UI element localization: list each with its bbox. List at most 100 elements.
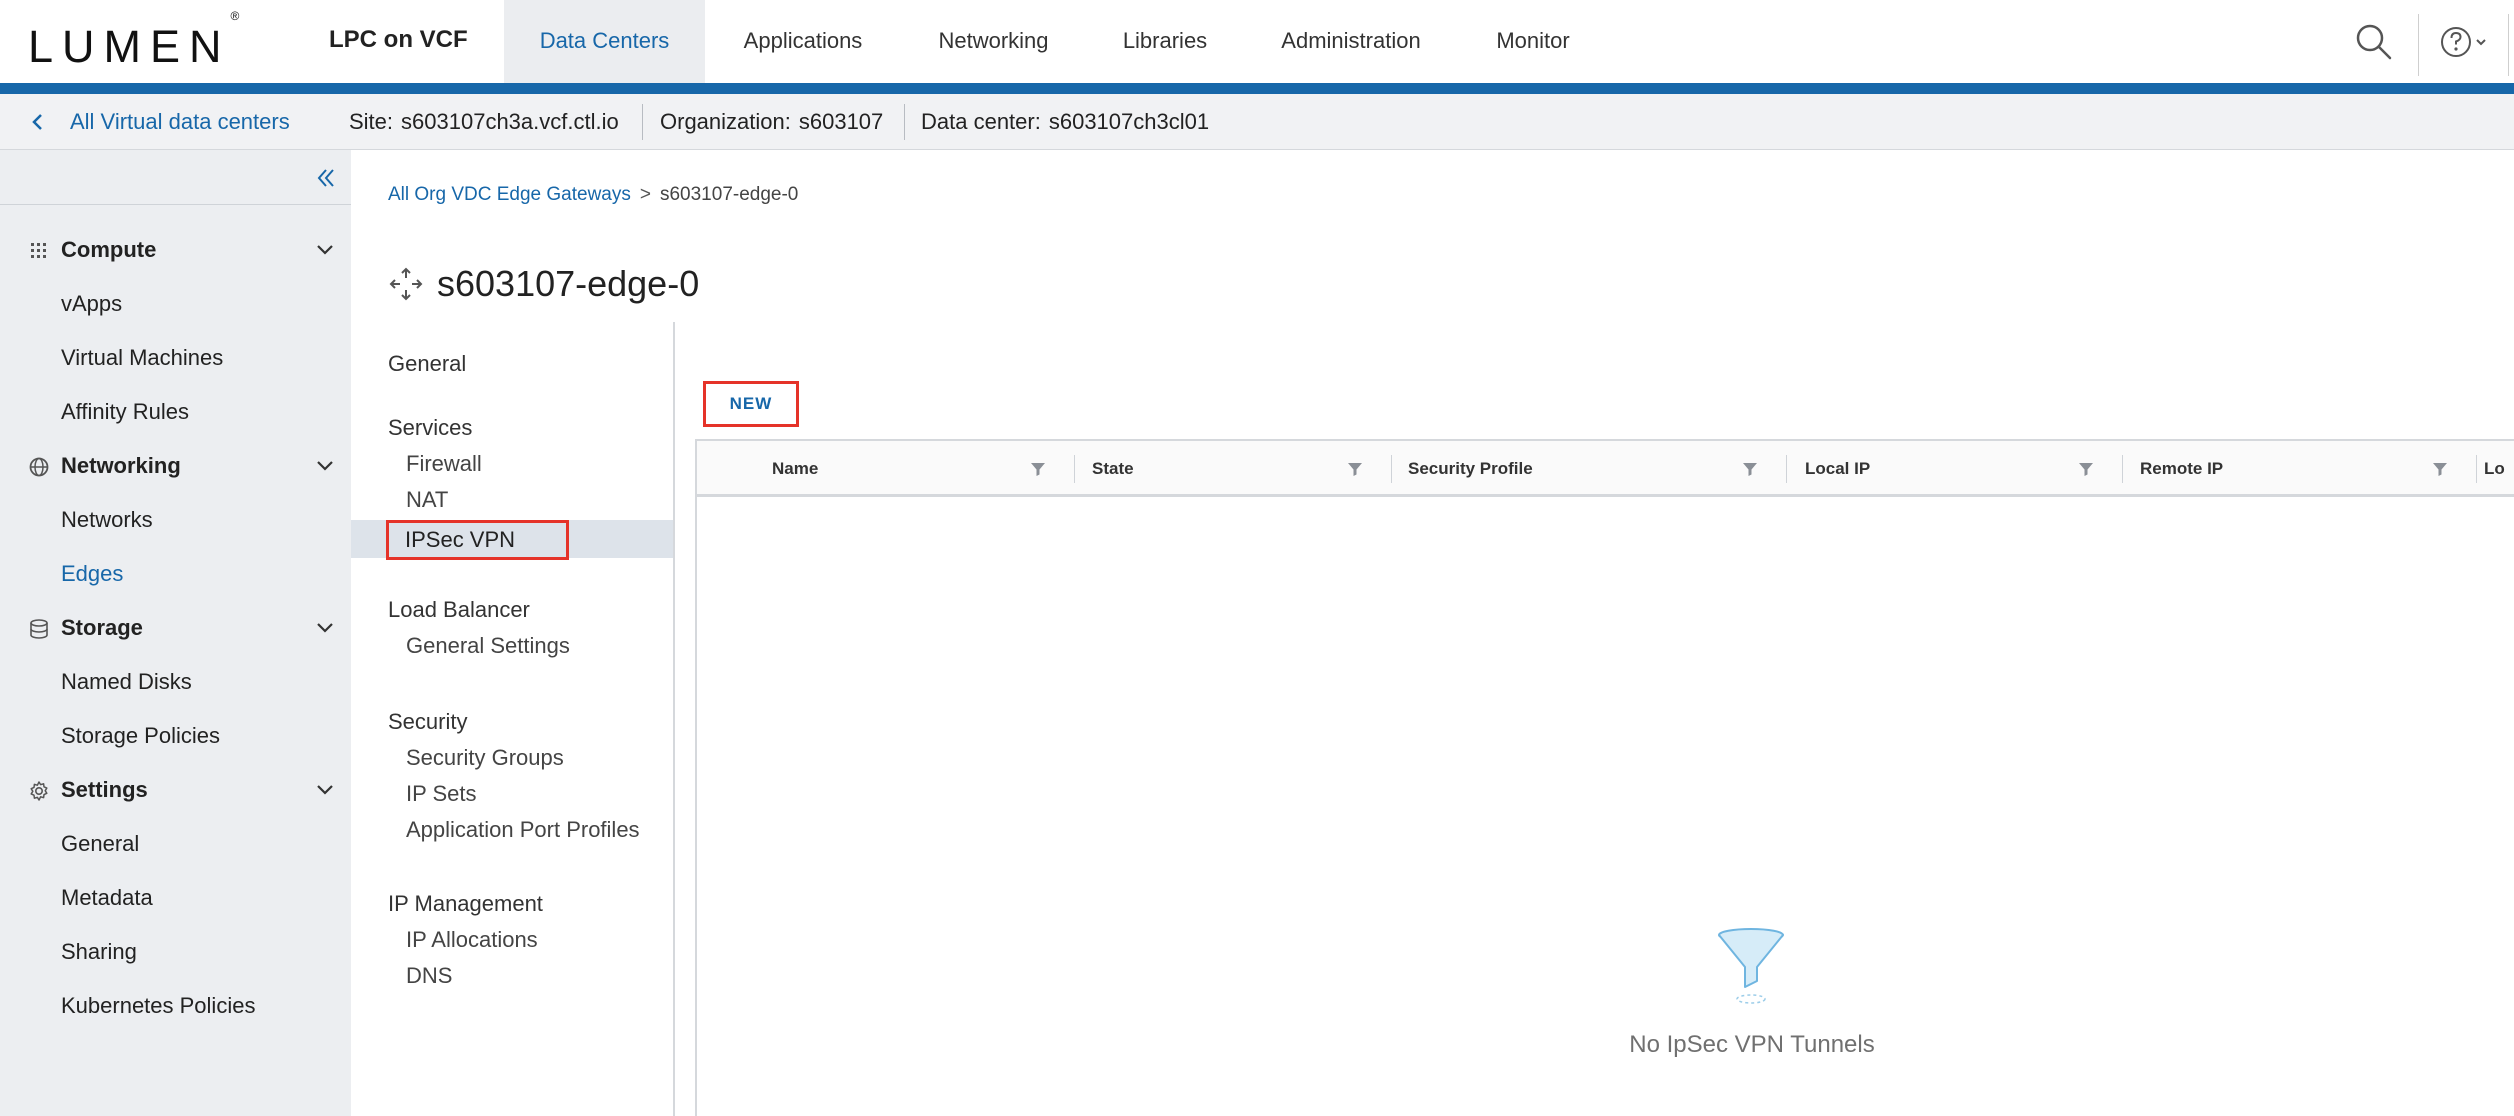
new-ipsec-tunnel-button[interactable]: NEW — [703, 381, 799, 427]
sidebar-group-settings[interactable]: Settings — [0, 765, 351, 815]
organization-info: Organization: s603107 — [660, 94, 883, 150]
chevron-down-icon — [317, 461, 333, 471]
column-divider — [1786, 455, 1787, 483]
empty-state-message: No IpSec VPN Tunnels — [1629, 1031, 1875, 1058]
filter-icon[interactable] — [1030, 461, 1046, 477]
sidebar-item-sharing[interactable]: Sharing — [61, 932, 137, 972]
sidebar-item-named-disks[interactable]: Named Disks — [61, 662, 192, 702]
logo-text: LUMEN — [28, 21, 231, 72]
sidebar-item-storage-policies[interactable]: Storage Policies — [61, 716, 220, 756]
sidebar-group-compute[interactable]: Compute — [0, 225, 351, 275]
sidebar-item-networks[interactable]: Networks — [61, 500, 153, 540]
product-name: LPC on VCF — [329, 26, 468, 53]
site-value: s603107ch3a.vcf.ctl.io — [401, 109, 619, 134]
column-divider — [2476, 455, 2477, 483]
nav-applications[interactable]: Applications — [705, 0, 901, 83]
filter-icon[interactable] — [1347, 461, 1363, 477]
column-divider — [1074, 455, 1075, 483]
breadcrumb-separator: > — [639, 184, 651, 205]
organization-value: s603107 — [798, 109, 884, 134]
breadcrumb: All Org VDC Edge Gateways > s603107-edge-0 — [388, 182, 798, 208]
organization-label: Organization: — [660, 109, 791, 134]
subnav-general-settings[interactable]: General Settings — [406, 629, 570, 663]
empty-funnel-icon — [1715, 925, 1787, 1009]
sidebar-item-edges[interactable]: Edges — [61, 554, 123, 594]
sidebar-group-networking[interactable]: Networking — [0, 441, 351, 491]
nav-networking[interactable]: Networking — [916, 0, 1071, 83]
filter-icon[interactable] — [2432, 461, 2448, 477]
sidebar-item-affinity-rules[interactable]: Affinity Rules — [61, 392, 189, 432]
filter-icon[interactable] — [2078, 461, 2094, 477]
sidebar-item-general[interactable]: General — [61, 824, 139, 864]
ipsec-tunnels-grid: Name State Security Profile Local IP Rem… — [695, 439, 2514, 1116]
subnav-services-heading: Services — [388, 415, 473, 440]
search-icon[interactable] — [2352, 20, 2396, 64]
chevron-down-icon — [317, 623, 333, 633]
subnav-dns[interactable]: DNS — [406, 959, 452, 993]
top-header: LUMEN® LPC on VCF Data Centers Applicati… — [0, 0, 2514, 83]
subnav-ipsec-vpn[interactable]: IPSec VPN — [386, 520, 569, 560]
database-icon — [30, 619, 48, 639]
back-link-label: All Virtual data centers — [70, 109, 290, 134]
site-info: Site: s603107ch3a.vcf.ctl.io — [349, 94, 619, 150]
sidebar-item-virtual-machines[interactable]: Virtual Machines — [61, 338, 223, 378]
subnav-security-groups[interactable]: Security Groups — [406, 741, 564, 775]
subnav-load-balancer-heading: Load Balancer — [388, 597, 530, 622]
nav-libraries[interactable]: Libraries — [1094, 0, 1236, 83]
column-divider — [1391, 455, 1392, 483]
column-header-security-profile[interactable]: Security Profile — [1408, 441, 1533, 497]
header-divider — [2418, 14, 2419, 76]
sidebar-item-metadata[interactable]: Metadata — [61, 878, 153, 918]
column-header-local-ip[interactable]: Local IP — [1805, 441, 1870, 497]
subnav-nat[interactable]: NAT — [406, 483, 448, 517]
sidebar: Compute vApps Virtual Machines Affinity … — [0, 150, 351, 1116]
data-center-value: s603107ch3cl01 — [1048, 109, 1210, 134]
page-title: s603107-edge-0 — [437, 263, 700, 304]
sidebar-group-label: Compute — [61, 237, 157, 262]
column-header-name[interactable]: Name — [772, 441, 818, 497]
breadcrumb-current: s603107-edge-0 — [659, 184, 799, 205]
nav-data-centers[interactable]: Data Centers — [504, 0, 705, 83]
brand-accent-bar — [0, 83, 2514, 94]
column-header-truncated[interactable]: Lo — [2484, 441, 2505, 497]
subnav-firewall[interactable]: Firewall — [406, 447, 482, 481]
column-header-state[interactable]: State — [1092, 441, 1134, 497]
subnav-divider — [673, 322, 675, 1116]
help-menu-button[interactable] — [2438, 22, 2496, 62]
sidebar-group-label: Storage — [61, 615, 143, 640]
subnav-ip-allocations[interactable]: IP Allocations — [406, 923, 538, 957]
help-icon — [2441, 27, 2486, 57]
column-header-remote-ip[interactable]: Remote IP — [2140, 441, 2223, 497]
sidebar-item-vapps[interactable]: vApps — [61, 284, 122, 324]
collapse-sidebar-icon[interactable] — [312, 164, 340, 192]
header-divider — [2508, 14, 2509, 76]
back-to-all-vdcs-link[interactable]: All Virtual data centers — [30, 94, 290, 150]
filter-icon[interactable] — [1742, 461, 1758, 477]
logo-registered-mark: ® — [230, 9, 240, 23]
subnav-ip-sets[interactable]: IP Sets — [406, 777, 477, 811]
sidebar-group-label: Networking — [61, 453, 181, 478]
chevron-down-icon — [317, 245, 333, 255]
context-divider — [642, 104, 643, 140]
sidebar-group-storage[interactable]: Storage — [0, 603, 351, 653]
sidebar-item-kubernetes-policies[interactable]: Kubernetes Policies — [61, 986, 255, 1026]
edge-settings-nav: General Services Firewall NAT IPSec VPN … — [351, 322, 675, 1116]
nav-monitor[interactable]: Monitor — [1482, 0, 1584, 83]
data-center-label: Data center: — [921, 109, 1041, 134]
subnav-general[interactable]: General — [388, 347, 466, 381]
grid-icon — [31, 243, 46, 258]
data-center-info: Data center: s603107ch3cl01 — [921, 94, 1209, 150]
subnav-application-port-profiles[interactable]: Application Port Profiles — [406, 813, 640, 847]
sidebar-group-label: Settings — [61, 777, 148, 802]
grid-header: Name State Security Profile Local IP Rem… — [697, 441, 2514, 497]
context-bar: All Virtual data centers Site: s603107ch3… — [0, 94, 2514, 150]
context-divider — [904, 104, 905, 140]
column-divider — [2122, 455, 2123, 483]
lumen-logo[interactable]: LUMEN® — [28, 9, 239, 72]
chevron-down-icon — [317, 785, 333, 795]
breadcrumb-link-edge-gateways[interactable]: All Org VDC Edge Gateways — [388, 184, 631, 205]
nav-administration[interactable]: Administration — [1262, 0, 1440, 83]
site-label: Site: — [349, 109, 394, 134]
edge-gateway-icon — [388, 266, 424, 302]
subnav-security-heading: Security — [388, 709, 468, 734]
